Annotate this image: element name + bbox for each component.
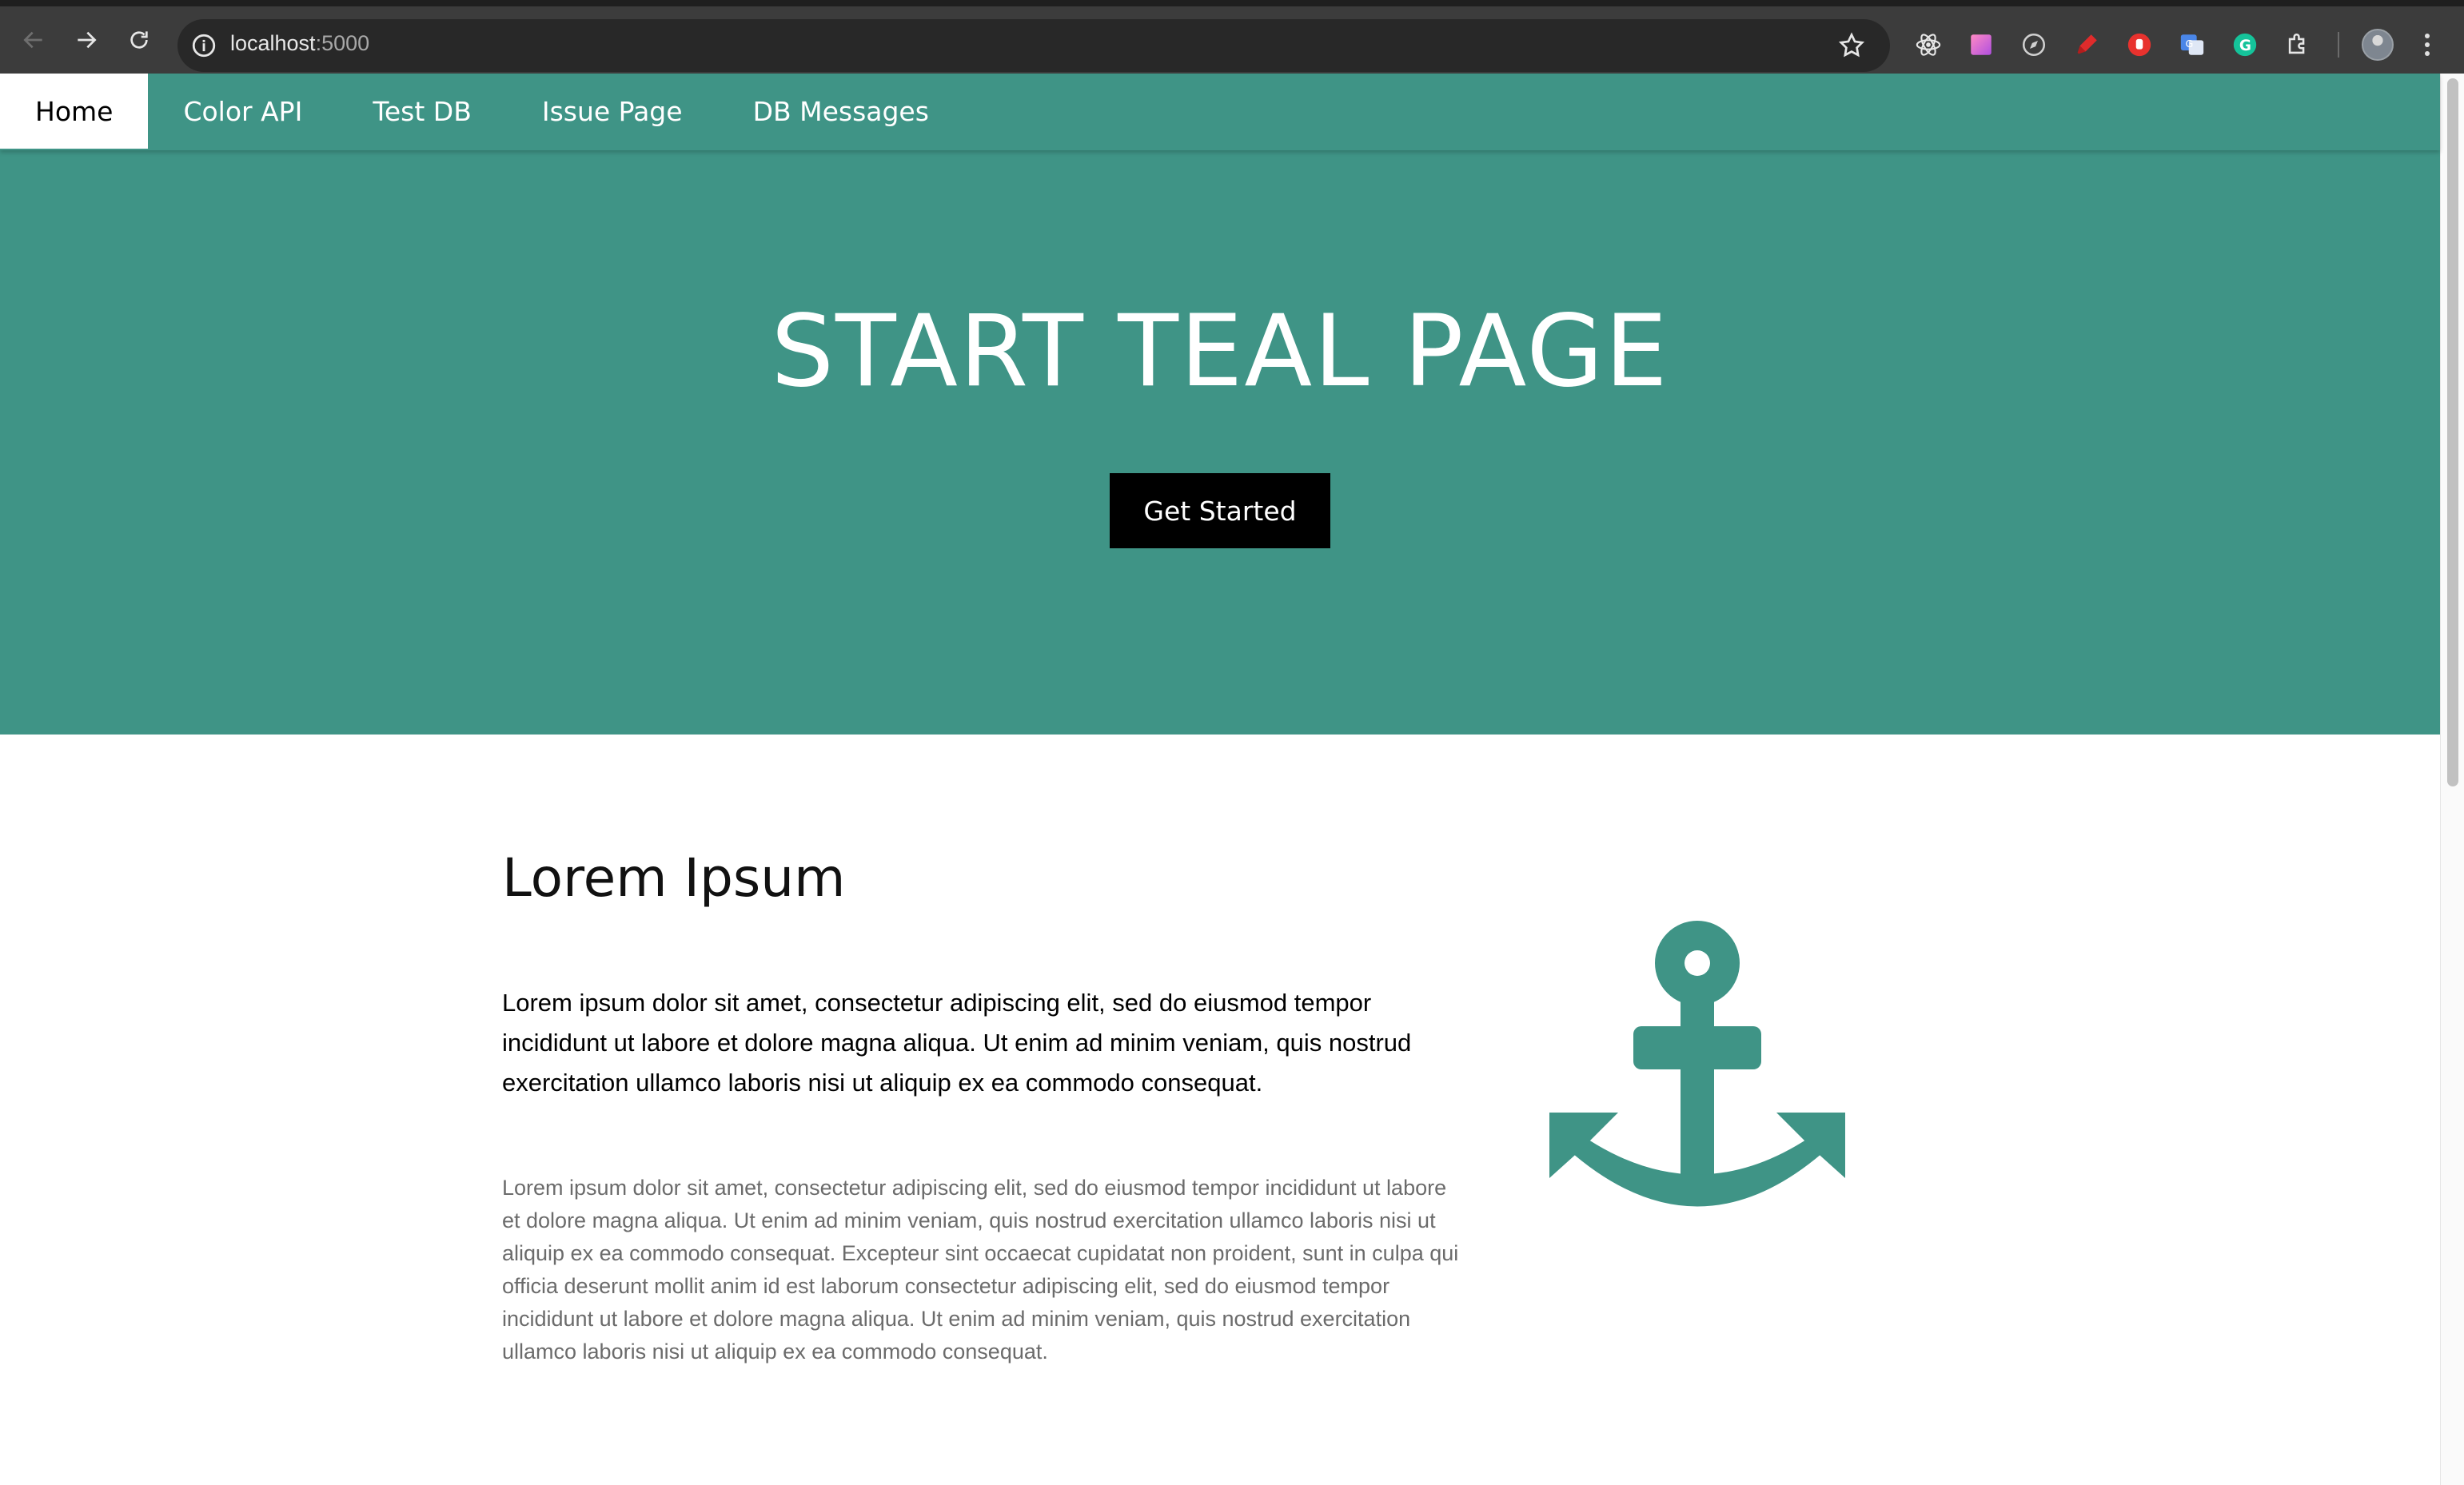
- top-navbar: Home Color API Test DB Issue Page DB Mes…: [0, 74, 2440, 150]
- reload-icon: [130, 31, 148, 49]
- vertical-scrollbar[interactable]: [2440, 74, 2464, 1485]
- translate-icon: G: [2180, 34, 2204, 55]
- menu-dot-icon: [2425, 42, 2430, 47]
- stop-hand-icon: [2127, 33, 2151, 57]
- anchor-icon: [1549, 921, 1845, 1207]
- svg-text:G: G: [2186, 38, 2194, 50]
- grammarly-extension[interactable]: G: [2231, 30, 2259, 59]
- extensions-menu-button[interactable]: [2283, 30, 2312, 59]
- compass-icon: [2022, 33, 2046, 57]
- arrow-right-icon: [78, 31, 97, 49]
- grammarly-icon: G: [2233, 33, 2257, 57]
- back-button[interactable]: [18, 24, 50, 56]
- menu-dot-icon: [2425, 34, 2430, 39]
- browser-toolbar: localhost:5000 G G: [0, 0, 2464, 74]
- hero-section: START TEAL PAGE Get Started: [0, 74, 2440, 735]
- body-paragraph: Lorem ipsum dolor sit amet, consectetur …: [502, 1176, 1459, 1364]
- profile-avatar[interactable]: [2362, 29, 2394, 61]
- nav-item-db-messages[interactable]: DB Messages: [718, 74, 964, 149]
- react-icon: [1916, 34, 1941, 56]
- react-devtools-extension[interactable]: [1914, 30, 1943, 59]
- menu-dot-icon: [2425, 50, 2430, 56]
- page-viewport: START TEAL PAGE Get Started Home Color A…: [0, 74, 2464, 1485]
- url-port: :5000: [315, 31, 370, 55]
- scrollbar-thumb[interactable]: [2447, 78, 2458, 786]
- bookmark-star-icon[interactable]: [1837, 31, 1866, 60]
- site-info-icon[interactable]: [190, 32, 217, 59]
- red-marker-icon: [2077, 34, 2097, 54]
- nav-item-test-db[interactable]: Test DB: [337, 74, 507, 149]
- nav-item-issue-page[interactable]: Issue Page: [507, 74, 718, 149]
- arrow-left-icon: [23, 31, 42, 49]
- reload-button[interactable]: [123, 24, 155, 56]
- hero-title: START TEAL PAGE: [771, 294, 1669, 409]
- color-picker-extension[interactable]: [1967, 30, 1996, 59]
- adblock-extension[interactable]: [2125, 30, 2154, 59]
- get-started-button[interactable]: Get Started: [1110, 473, 1330, 548]
- forward-button[interactable]: [70, 24, 102, 56]
- url-host: localhost: [230, 31, 316, 55]
- nav-item-color-api[interactable]: Color API: [148, 74, 337, 149]
- translate-extension[interactable]: G: [2178, 30, 2207, 59]
- browser-menu-button[interactable]: [2419, 29, 2435, 61]
- svg-text:G: G: [2239, 38, 2251, 54]
- lead-paragraph: Lorem ipsum dolor sit amet, consectetur …: [502, 989, 1412, 1097]
- address-bar[interactable]: localhost:5000: [177, 19, 1890, 72]
- gradient-square-icon: [1971, 34, 1992, 55]
- compass-extension[interactable]: [2019, 30, 2048, 59]
- puzzle-piece-icon: [2288, 34, 2305, 54]
- toolbar-divider: [2338, 32, 2339, 58]
- section-title: Lorem Ipsum: [502, 847, 846, 909]
- marker-extension[interactable]: [2072, 30, 2101, 59]
- url-text: localhost:5000: [230, 31, 369, 56]
- nav-item-home[interactable]: Home: [0, 74, 149, 149]
